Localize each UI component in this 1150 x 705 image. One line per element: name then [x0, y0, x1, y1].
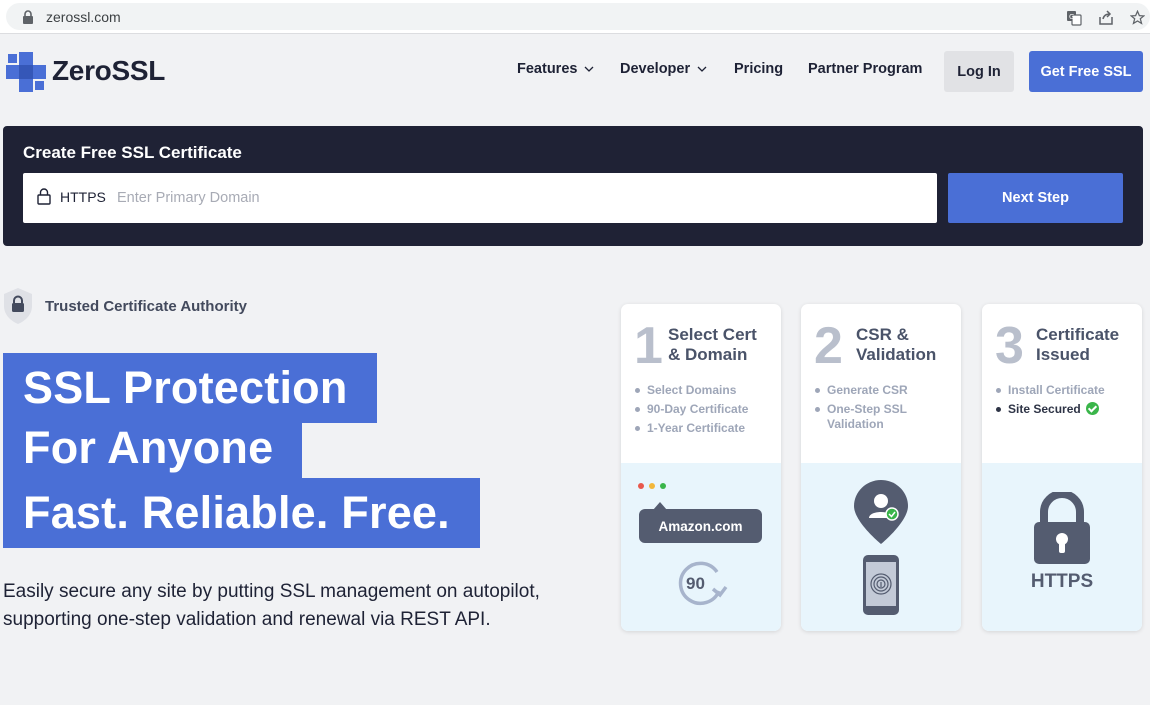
next-step-button[interactable]: Next Step	[948, 173, 1123, 223]
hero-line-3: Fast. Reliable. Free.	[3, 478, 480, 548]
step-title-line: Issued	[1036, 345, 1090, 364]
list-item-label: Install Certificate	[1008, 383, 1105, 397]
chevron-down-icon	[584, 66, 594, 72]
lock-icon[interactable]	[22, 10, 34, 24]
step-feature-list: Install Certificate Site Secured	[996, 383, 1105, 421]
translate-icon[interactable]: G	[1066, 10, 1082, 26]
list-item: Select Domains	[635, 383, 748, 398]
step-illustration	[801, 463, 961, 631]
shield-lock-icon	[4, 288, 32, 324]
step-number: 3	[995, 317, 1024, 375]
primary-domain-input[interactable]	[117, 182, 917, 214]
step-feature-list: Select Domains 90-Day Certificate 1-Year…	[635, 383, 748, 440]
step-title-line: Select Cert	[668, 325, 757, 344]
step-title: Certificate Issued	[1036, 325, 1119, 365]
url-text[interactable]: zerossl.com	[46, 9, 121, 25]
nav-developer[interactable]: Developer	[620, 61, 707, 77]
list-item-label: Site Secured	[1008, 402, 1081, 416]
renew-days: 90	[686, 574, 705, 593]
step-illustration: HTTPS	[982, 463, 1142, 631]
https-prefix: HTTPS	[60, 189, 106, 205]
trusted-ca-label: Trusted Certificate Authority	[45, 298, 247, 315]
svg-text:G: G	[1069, 13, 1074, 21]
step-title-line: & Domain	[668, 345, 748, 364]
get-free-ssl-button[interactable]: Get Free SSL	[1029, 51, 1143, 92]
list-item-label: 1-Year Certificate	[647, 421, 746, 435]
step-illustration: Amazon.com 90	[621, 463, 781, 631]
zerossl-logo-icon[interactable]	[6, 52, 46, 92]
step-card-1: 1 Select Cert & Domain Select Domains 90…	[621, 304, 781, 631]
list-item-label: One-Step SSL Validation	[827, 402, 907, 431]
step-title-line: Validation	[856, 345, 937, 364]
brand-name[interactable]: ZeroSSL	[52, 55, 165, 87]
create-panel-title: Create Free SSL Certificate	[23, 143, 242, 162]
fingerprint-phone-icon	[863, 555, 899, 615]
hero-line-2: For Anyone	[3, 413, 302, 483]
step-number: 2	[814, 317, 843, 375]
step-title: Select Cert & Domain	[668, 325, 757, 365]
user-pin-icon	[854, 480, 908, 544]
domain-input-box[interactable]: HTTPS	[23, 173, 937, 223]
create-certificate-panel: Create Free SSL Certificate HTTPS Next S…	[3, 126, 1143, 246]
nav-pricing[interactable]: Pricing	[734, 61, 783, 77]
step-card-header: 1 Select Cert & Domain Select Domains 90…	[621, 304, 781, 463]
nav-partner-label: Partner Program	[808, 61, 923, 77]
check-icon	[1085, 402, 1099, 415]
share-icon[interactable]	[1098, 10, 1114, 26]
step-card-header: 2 CSR & Validation Generate CSR One-Step…	[801, 304, 961, 463]
step-card-3: 3 Certificate Issued Install Certificate…	[982, 304, 1142, 631]
list-item: 1-Year Certificate	[635, 421, 748, 436]
step-card-2: 2 CSR & Validation Generate CSR One-Step…	[801, 304, 961, 631]
step-feature-list: Generate CSR One-Step SSL Validation	[815, 383, 945, 436]
nav-features[interactable]: Features	[517, 61, 594, 77]
list-item-label: 90-Day Certificate	[647, 402, 749, 416]
star-icon[interactable]	[1130, 10, 1145, 25]
list-item: Install Certificate	[996, 383, 1105, 398]
login-button[interactable]: Log In	[944, 51, 1014, 92]
url-field[interactable]: zerossl.com G	[6, 3, 1150, 30]
browser-address-bar: zerossl.com G	[0, 0, 1150, 34]
window-dots-icon	[638, 483, 666, 489]
step-title: CSR & Validation	[856, 325, 936, 365]
nav-pricing-label: Pricing	[734, 61, 784, 77]
list-item-label: Select Domains	[647, 383, 737, 397]
list-item-label: Generate CSR	[827, 383, 908, 397]
nav-features-label: Features	[517, 61, 578, 77]
list-item: 90-Day Certificate	[635, 402, 748, 417]
padlock-icon	[1034, 492, 1090, 564]
step-card-header: 3 Certificate Issued Install Certificate…	[982, 304, 1142, 463]
list-item: Generate CSR	[815, 383, 945, 398]
lock-icon	[37, 188, 51, 205]
step-title-line: Certificate	[1036, 325, 1120, 344]
step-title-line: CSR &	[856, 325, 909, 344]
step-number: 1	[634, 317, 663, 375]
list-item: Site Secured	[996, 402, 1105, 417]
list-item: One-Step SSL Validation	[815, 402, 945, 432]
site-label-pill: Amazon.com	[639, 509, 762, 543]
chevron-down-icon	[697, 66, 707, 72]
https-label: HTTPS	[1030, 571, 1094, 592]
nav-developer-label: Developer	[620, 61, 691, 77]
nav-partner-program[interactable]: Partner Program	[808, 61, 922, 77]
hero-description: Easily secure any site by putting SSL ma…	[3, 581, 540, 630]
